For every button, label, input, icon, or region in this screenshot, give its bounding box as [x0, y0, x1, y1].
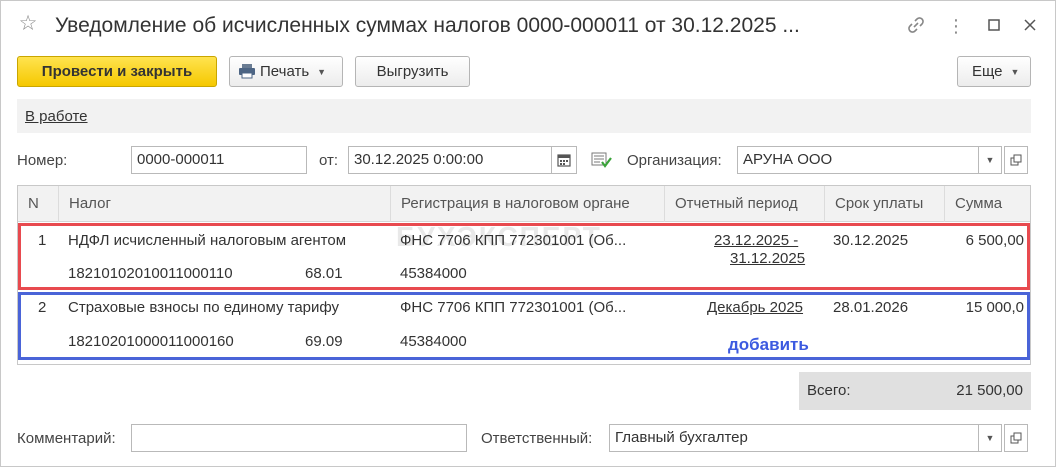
print-caret-icon: ▼: [317, 66, 327, 77]
printer-icon: [239, 64, 255, 79]
column-header-n[interactable]: N: [18, 186, 58, 222]
date-label: от:: [319, 152, 339, 169]
close-icon-svg: [1024, 19, 1036, 31]
organization-field[interactable]: АРУНА ООО: [737, 146, 979, 174]
post-and-close-button[interactable]: Провести и закрыть: [17, 56, 217, 87]
responsible-dropdown-button[interactable]: ▼: [978, 424, 1002, 452]
open-form-icon: [1010, 432, 1022, 444]
link-icon[interactable]: [905, 15, 927, 37]
favorite-star-icon[interactable]: ☆: [17, 13, 39, 35]
column-header-amount[interactable]: Сумма: [944, 186, 1030, 222]
highlight-frame-blue: [18, 292, 1030, 360]
comment-label: Комментарий:: [17, 430, 116, 447]
column-header-tax[interactable]: Налог: [58, 186, 390, 222]
responsible-label: Ответственный:: [481, 430, 593, 447]
more-caret-icon: ▼: [1010, 66, 1020, 77]
calendar-button[interactable]: [551, 146, 577, 174]
link-icon-svg: [908, 17, 924, 33]
more-dots-icon[interactable]: ⋮: [945, 15, 967, 37]
more-label: Еще: [972, 63, 1003, 80]
open-form-icon: [1010, 154, 1022, 166]
more-button[interactable]: Еще ▼: [957, 56, 1031, 87]
status-link[interactable]: В работе: [25, 108, 88, 125]
comment-field[interactable]: [131, 424, 467, 452]
window-title: Уведомление об исчисленных суммах налого…: [55, 14, 800, 37]
document-check-svg: [591, 152, 612, 168]
table-header: N Налог Регистрация в налоговом органе О…: [18, 186, 1030, 222]
highlight-frame-red: [18, 223, 1030, 290]
column-header-due-date[interactable]: Срок уплаты: [824, 186, 944, 222]
maximize-icon-svg: [988, 19, 1000, 31]
print-label: Печать: [260, 63, 310, 80]
export-label: Выгрузить: [376, 63, 449, 80]
totals-box: Всего: 21 500,00: [799, 372, 1031, 410]
organization-label: Организация:: [627, 152, 722, 169]
post-and-close-label: Провести и закрыть: [41, 63, 193, 80]
taxes-table[interactable]: N Налог Регистрация в налоговом органе О…: [17, 185, 1031, 365]
column-header-registration[interactable]: Регистрация в налоговом органе: [390, 186, 664, 222]
title-bar: ☆ Уведомление об исчисленных суммах нало…: [1, 1, 1055, 51]
organization-dropdown-button[interactable]: ▼: [978, 146, 1002, 174]
column-header-period[interactable]: Отчетный период: [664, 186, 824, 222]
calendar-icon: [557, 154, 571, 167]
responsible-dropdown-icon: ▼: [985, 433, 995, 443]
responsible-open-button[interactable]: [1004, 424, 1028, 452]
number-field[interactable]: 0000-000011: [131, 146, 307, 174]
print-button[interactable]: Печать ▼: [229, 56, 343, 87]
organization-open-button[interactable]: [1004, 146, 1028, 174]
responsible-field[interactable]: Главный бухгалтер: [609, 424, 979, 452]
total-value: 21 500,00: [956, 382, 1023, 399]
add-annotation-label: добавить: [728, 335, 809, 354]
date-field[interactable]: 30.12.2025 0:00:00: [348, 146, 552, 174]
document-window: ☆ Уведомление об исчисленных суммах нало…: [0, 0, 1056, 467]
number-label: Номер:: [17, 152, 68, 169]
export-button[interactable]: Выгрузить: [355, 56, 470, 87]
document-check-icon[interactable]: [591, 151, 613, 169]
status-strip: В работе: [17, 99, 1031, 133]
close-icon[interactable]: [1019, 15, 1041, 37]
total-label: Всего:: [807, 382, 851, 399]
organization-dropdown-icon: ▼: [985, 155, 995, 165]
maximize-icon[interactable]: [983, 15, 1005, 37]
